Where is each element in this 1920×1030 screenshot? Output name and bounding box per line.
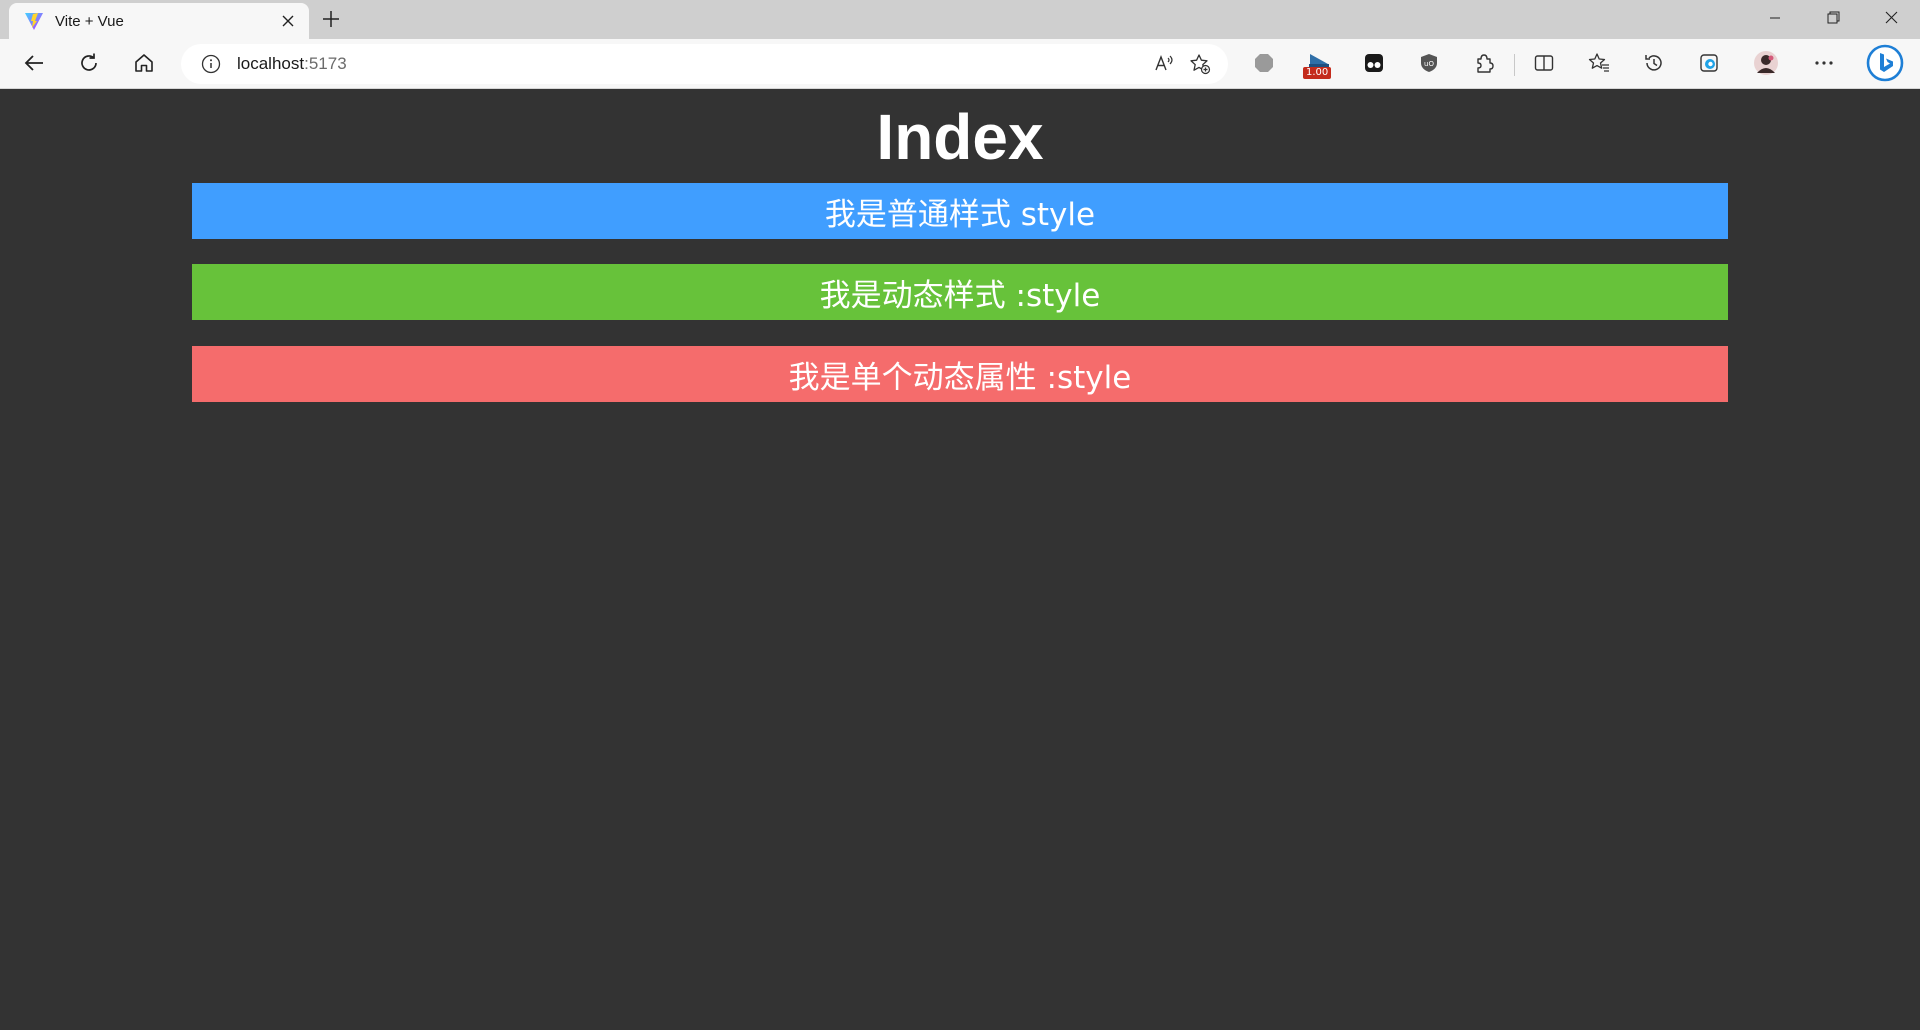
normal-style-text: 我是普通样式 style: [824, 196, 1096, 233]
refresh-button[interactable]: [71, 47, 107, 83]
browser-toolbar: localhost:5173 uO: [0, 39, 1920, 89]
bing-chat-button[interactable]: [1864, 44, 1906, 86]
extension-shield-button[interactable]: [1246, 47, 1282, 83]
profile-avatar-icon: [1753, 50, 1779, 81]
back-button[interactable]: [16, 47, 52, 83]
extension-icon: uO: [1418, 52, 1440, 79]
favorites-button[interactable]: [1581, 47, 1617, 83]
extension-ublock-button[interactable]: uO: [1411, 47, 1447, 83]
profile-button[interactable]: [1748, 47, 1784, 83]
home-button[interactable]: [126, 47, 162, 83]
tab-strip: Vite + Vue: [0, 0, 1920, 39]
edge-collections-icon: [1698, 52, 1720, 79]
single-dynamic-attr-text: 我是单个动态属性 :style: [788, 359, 1132, 396]
new-tab-button[interactable]: [316, 6, 346, 36]
back-arrow-icon: [23, 52, 45, 79]
close-window-button[interactable]: [1862, 0, 1920, 39]
normal-style-box: 我是普通样式 style: [192, 183, 1728, 239]
page-content: Index 我是普通样式 style 我是动态样式 :style 我是单个动态属…: [0, 89, 1920, 1030]
browser-tab[interactable]: Vite + Vue: [9, 3, 309, 39]
page-title: Index: [876, 101, 1044, 173]
home-icon: [133, 52, 155, 79]
extension-icon: [1253, 52, 1275, 79]
url-port: :5173: [304, 54, 347, 73]
dynamic-style-box: 我是动态样式 :style: [192, 264, 1728, 320]
single-dynamic-attr-box: 我是单个动态属性 :style: [192, 346, 1728, 402]
restore-icon: [1827, 11, 1840, 29]
collections-button[interactable]: [1691, 47, 1727, 83]
extension-icon: [1363, 52, 1385, 79]
refresh-icon: [78, 52, 100, 79]
extension-tampermonkey-button[interactable]: [1356, 47, 1392, 83]
toolbar-separator: [1514, 54, 1515, 76]
tab-title: Vite + Vue: [55, 12, 124, 30]
restore-button[interactable]: [1804, 0, 1862, 39]
minimize-button[interactable]: [1746, 0, 1804, 39]
close-window-icon: [1885, 11, 1898, 29]
more-button[interactable]: [1806, 47, 1842, 83]
puzzle-icon: [1473, 52, 1495, 79]
close-icon[interactable]: [275, 8, 301, 34]
bing-icon: [1866, 44, 1904, 87]
extensions-button[interactable]: [1466, 47, 1502, 83]
extension-badge: 1.00: [1303, 67, 1332, 79]
address-bar[interactable]: localhost:5173: [181, 44, 1228, 84]
split-screen-icon: [1533, 52, 1555, 79]
plus-icon: [322, 10, 340, 33]
history-button[interactable]: [1636, 47, 1672, 83]
history-icon: [1643, 52, 1665, 79]
more-icon: [1813, 52, 1835, 79]
dynamic-style-text: 我是动态样式 :style: [819, 277, 1101, 314]
url-text[interactable]: localhost:5173: [237, 54, 1146, 74]
info-icon[interactable]: [199, 52, 223, 76]
url-host: localhost: [237, 54, 305, 73]
svg-text:uO: uO: [1424, 60, 1434, 68]
favorites-icon: [1588, 52, 1610, 79]
minimize-icon: [1769, 11, 1781, 29]
split-screen-button[interactable]: [1526, 47, 1562, 83]
add-favorite-icon[interactable]: [1182, 46, 1218, 82]
vite-logo-icon: [23, 10, 45, 32]
read-aloud-icon[interactable]: [1146, 46, 1182, 82]
